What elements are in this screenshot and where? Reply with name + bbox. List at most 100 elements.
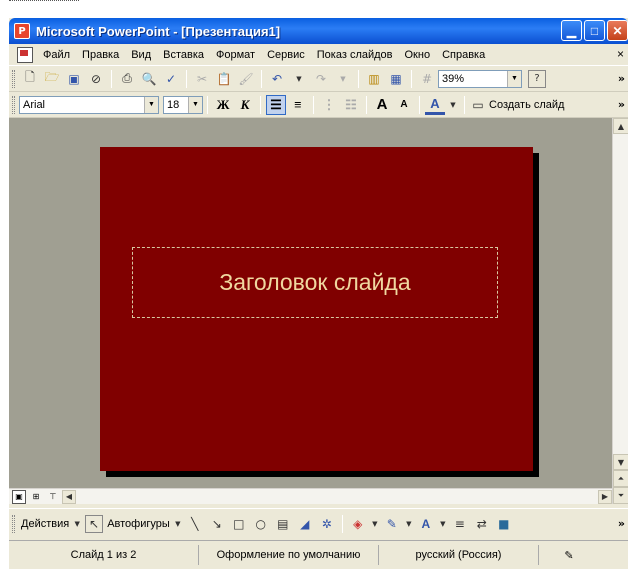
print-icon[interactable]: ⎙	[118, 70, 136, 88]
menu-help[interactable]: Справка	[436, 49, 491, 61]
scroll-right-icon[interactable]: ▶	[598, 489, 612, 504]
toolbar-options-icon[interactable]: »	[618, 517, 625, 530]
italic-button[interactable]: К	[235, 95, 255, 115]
menu-file[interactable]: Файл	[37, 49, 76, 61]
slide-editing-area[interactable]: Заголовок слайда	[9, 118, 612, 488]
arrow-icon[interactable]: ↘	[208, 515, 226, 533]
maximize-button[interactable]: □	[584, 20, 605, 41]
fill-color-icon[interactable]: ◈	[349, 515, 367, 533]
new-document-icon[interactable]: 🗋	[21, 70, 39, 88]
toolbar-separator	[464, 95, 465, 114]
chevron-down-icon[interactable]: ▼	[405, 515, 413, 533]
line-icon[interactable]: ╲	[186, 515, 204, 533]
oval-icon[interactable]: ○	[252, 515, 270, 533]
menu-slideshow[interactable]: Показ слайдов	[311, 49, 399, 61]
chevron-down-icon[interactable]: ▼	[174, 515, 182, 533]
zoom-combo[interactable]: 39% ▼	[438, 69, 522, 88]
textbox-icon[interactable]: ▤	[274, 515, 292, 533]
toolbar-options-icon[interactable]: »	[618, 98, 625, 111]
document-icon[interactable]	[17, 46, 33, 63]
chevron-down-icon[interactable]: ▼	[507, 70, 521, 87]
paste-icon[interactable]: 📋	[215, 70, 233, 88]
toolbar-grip[interactable]	[12, 95, 15, 114]
window-top-edge	[9, 0, 79, 3]
chevron-down-icon[interactable]: ▼	[144, 96, 158, 113]
print-preview-icon[interactable]: 🔍	[140, 70, 158, 88]
new-slide-button[interactable]: Создать слайд	[489, 99, 564, 111]
insert-table-icon[interactable]: ▦	[387, 70, 405, 88]
toolbar-separator	[260, 95, 261, 114]
menu-edit[interactable]: Правка	[76, 49, 125, 61]
undo-dropdown-icon[interactable]: ▼	[290, 70, 308, 88]
grid-icon[interactable]: #	[418, 70, 436, 88]
undo-icon[interactable]: ↶	[268, 70, 286, 88]
toolbar-separator	[341, 514, 343, 533]
line-style-icon[interactable]: ≡	[451, 515, 469, 533]
bold-button[interactable]: Ж	[213, 95, 233, 115]
toolbar-grip[interactable]	[12, 514, 15, 533]
cut-icon[interactable]: ✂	[193, 70, 211, 88]
font-name-combo[interactable]: Arial ▼	[19, 95, 159, 114]
increase-font-icon[interactable]: A	[372, 95, 392, 115]
align-center-icon[interactable]: ≡	[288, 95, 308, 115]
previous-slide-icon[interactable]: ⏶	[613, 470, 628, 487]
normal-view-icon[interactable]: ▣	[12, 489, 26, 504]
toolbar-options-icon[interactable]: »	[618, 72, 625, 85]
numbered-list-icon[interactable]: ⋮	[319, 95, 339, 115]
bulleted-list-icon[interactable]: ☷	[341, 95, 361, 115]
align-left-icon[interactable]: ☰	[266, 94, 286, 115]
toolbar-grip[interactable]	[12, 69, 15, 88]
document-close-button[interactable]: ×	[617, 47, 624, 61]
chevron-down-icon[interactable]: ▼	[73, 515, 81, 533]
format-painter-icon[interactable]: 🖌	[237, 70, 255, 88]
slideshow-icon[interactable]: ⊤	[46, 490, 60, 504]
powerpoint-icon[interactable]: P	[14, 23, 30, 39]
scroll-up-icon[interactable]: ▲	[613, 118, 628, 134]
menu-tools[interactable]: Сервис	[261, 49, 311, 61]
open-folder-icon[interactable]: 🗁	[43, 70, 61, 88]
title-bar[interactable]: P Microsoft PowerPoint - [Презентация1] …	[9, 18, 628, 44]
decrease-font-icon[interactable]: A	[394, 95, 414, 115]
font-size-combo[interactable]: 18 ▼	[163, 95, 203, 114]
new-slide-icon[interactable]: ▭	[471, 96, 485, 114]
rectangle-icon[interactable]: □	[230, 515, 248, 533]
menu-insert[interactable]: Вставка	[157, 49, 210, 61]
insert-chart-icon[interactable]: ▥	[365, 70, 383, 88]
select-pointer-icon[interactable]: ↖	[85, 514, 104, 533]
wordart-icon[interactable]: ◢	[296, 515, 314, 533]
chevron-down-icon[interactable]: ▼	[448, 96, 458, 114]
slide[interactable]: Заголовок слайда	[100, 147, 533, 471]
minimize-button[interactable]: ▁	[561, 20, 582, 41]
close-button[interactable]: ✕	[607, 20, 628, 41]
vertical-scrollbar[interactable]: ▲ ▼ ⏶ ⏷	[612, 118, 628, 504]
actions-button[interactable]: Действия	[21, 518, 69, 530]
status-design[interactable]: Оформление по умолчанию	[199, 545, 379, 565]
save-icon[interactable]: ▣	[65, 70, 83, 88]
scroll-left-icon[interactable]: ◀	[62, 489, 76, 504]
chevron-down-icon[interactable]: ▼	[439, 515, 447, 533]
chevron-down-icon[interactable]: ▼	[188, 96, 202, 113]
redo-dropdown-icon[interactable]: ▼	[334, 70, 352, 88]
toolbar-separator	[358, 69, 359, 88]
text-color-icon[interactable]: A	[417, 515, 435, 533]
permission-icon[interactable]: ⊘	[87, 70, 105, 88]
autoshapes-button[interactable]: Автофигуры	[107, 518, 170, 530]
line-color-icon[interactable]: ✎	[383, 515, 401, 533]
spelling-icon[interactable]: ✓	[162, 70, 180, 88]
slide-sorter-icon[interactable]: ⊞	[29, 490, 43, 504]
menu-format[interactable]: Формат	[210, 49, 261, 61]
shadow-style-icon[interactable]: ■	[495, 515, 513, 533]
redo-icon[interactable]: ↷	[312, 70, 330, 88]
arrow-style-icon[interactable]: ⇄	[473, 515, 491, 533]
diagram-icon[interactable]: ✲	[318, 515, 336, 533]
status-language[interactable]: русский (Россия)	[379, 545, 539, 565]
spelling-status-icon[interactable]: ✎	[539, 545, 599, 565]
next-slide-icon[interactable]: ⏷	[613, 487, 628, 504]
scroll-down-icon[interactable]: ▼	[613, 454, 628, 470]
slide-title-placeholder[interactable]: Заголовок слайда	[132, 247, 498, 318]
menu-window[interactable]: Окно	[399, 49, 437, 61]
chevron-down-icon[interactable]: ▼	[371, 515, 379, 533]
font-color-icon[interactable]: A	[425, 95, 445, 115]
help-icon[interactable]: ?	[528, 69, 546, 88]
menu-view[interactable]: Вид	[125, 49, 157, 61]
